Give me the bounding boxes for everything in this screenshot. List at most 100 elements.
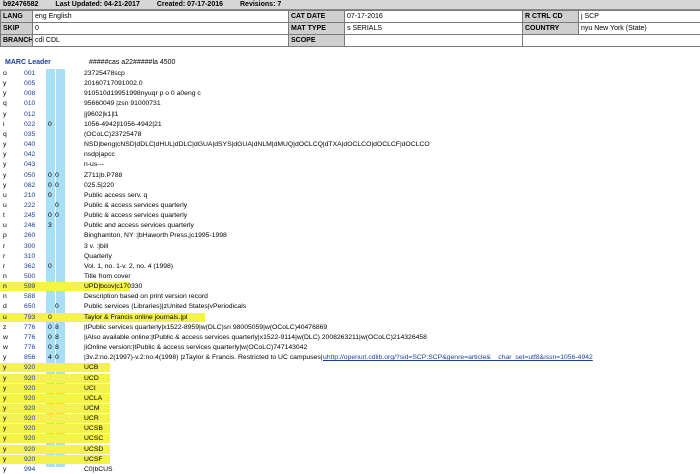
field-number: 310 bbox=[24, 252, 40, 261]
field-number: 222 bbox=[24, 201, 40, 210]
field-tag: z bbox=[3, 323, 15, 332]
r-ctrl-cd-value[interactable]: j SCP bbox=[579, 11, 700, 23]
marc-field-row[interactable]: u2463Public and access services quarterl… bbox=[0, 221, 700, 230]
field-content: |j9602|k1|l1 bbox=[84, 110, 118, 119]
field-number: 920 bbox=[24, 434, 40, 443]
field-content: n-us--- bbox=[84, 160, 104, 169]
marc-field-row[interactable]: y920UCSB bbox=[0, 424, 700, 433]
marc-field-row[interactable]: u2100Public access serv. q bbox=[0, 191, 700, 200]
skip-value[interactable]: 0 bbox=[33, 23, 289, 35]
marc-field-row[interactable]: y040NSD|beng|cNSD|dDLC|dHUL|dDLC|dGUA|dS… bbox=[0, 140, 700, 149]
marc-field-row[interactable]: y012|j9602|k1|l1 bbox=[0, 110, 700, 119]
marc-field-row[interactable]: r3003 v. :|bill bbox=[0, 242, 700, 251]
field-tag: y bbox=[3, 445, 15, 454]
marc-field-row[interactable]: t24500Public & access services quarterly bbox=[0, 211, 700, 220]
field-content: Vol. 1, no. 1-v. 2, no. 4 (1998) bbox=[84, 262, 173, 271]
marc-field-row[interactable]: y85640|3v.2:no.2(1997)-v.2:no.4(1998) |z… bbox=[0, 353, 700, 362]
field-content: 20160717091002.0 bbox=[84, 79, 143, 88]
marc-field-row[interactable]: y920UCR bbox=[0, 414, 700, 423]
branch-label: BRANCH bbox=[1, 35, 33, 47]
marc-field-row[interactable]: o00123725478scp bbox=[0, 69, 700, 78]
marc-field-row[interactable]: n500Title from cover bbox=[0, 272, 700, 281]
marc-field-row[interactable]: u2220Public & access services quarterly bbox=[0, 201, 700, 210]
field-tag: y bbox=[3, 79, 15, 88]
marc-field-row[interactable]: r3620Vol. 1, no. 1-v. 2, no. 4 (1998) bbox=[0, 262, 700, 271]
field-content: 3 v. :|bill bbox=[84, 242, 108, 251]
field-content: UCB bbox=[84, 363, 98, 372]
marc-field-row[interactable]: y920UCI bbox=[0, 384, 700, 393]
marc-field-row[interactable]: d6500Public services (Libraries)|zUnited… bbox=[0, 302, 700, 311]
field-content: UCI bbox=[84, 384, 96, 393]
country-value[interactable]: nyu New York (State) bbox=[579, 23, 700, 35]
field-content: |3v.2:no.2(1997)-v.2:no.4(1998) |zTaylor… bbox=[84, 353, 323, 362]
marc-field-row[interactable]: y920UCD bbox=[0, 374, 700, 383]
field-content: (OCoLC)23725478 bbox=[84, 130, 141, 139]
branch-value[interactable]: cdl CDL bbox=[33, 35, 289, 47]
cat-date-value[interactable]: 07-17-2016 bbox=[345, 11, 523, 23]
field-tag: y bbox=[3, 404, 15, 413]
field-number: 776 bbox=[24, 333, 40, 342]
field-number: 920 bbox=[24, 424, 40, 433]
marc-field-row[interactable]: y05000Z711|b.P788 bbox=[0, 171, 700, 180]
field-content: Public and access services quarterly bbox=[84, 221, 194, 230]
marc-leader-label: MARC Leader bbox=[5, 59, 65, 66]
marc-field-row[interactable]: w77608|iAlso available online:|tPublic &… bbox=[0, 333, 700, 342]
field-number: 776 bbox=[24, 323, 40, 332]
marc-field-row[interactable]: y920UCLA bbox=[0, 394, 700, 403]
mat-type-value[interactable]: s SERIALS bbox=[345, 23, 523, 35]
field-number: 042 bbox=[24, 150, 40, 159]
marc-field-row[interactable]: w77608|iOnline version:|tPublic & access… bbox=[0, 343, 700, 352]
field-content: C0|bCUS bbox=[84, 465, 113, 474]
marc-field-row[interactable]: i02201056-4942|l1056-4942|21 bbox=[0, 120, 700, 129]
marc-field-row[interactable]: y920UCSD bbox=[0, 445, 700, 454]
field-number: 856 bbox=[24, 353, 40, 362]
marc-field-row[interactable]: q01095660049 |zsn 91000731 bbox=[0, 99, 700, 108]
field-tag: n bbox=[3, 282, 15, 291]
field-tag: y bbox=[3, 363, 15, 372]
scope-label: SCOPE bbox=[289, 35, 345, 47]
field-content: Quarterly bbox=[84, 252, 112, 261]
marc-field-row[interactable]: y043n-us--- bbox=[0, 160, 700, 169]
field-content: UPD|bcov|c170330 bbox=[84, 282, 142, 291]
marc-field-row[interactable]: u7930Taylor & Francis online journals.|p… bbox=[0, 313, 700, 322]
marc-field-row[interactable]: n588Description based on print version r… bbox=[0, 292, 700, 301]
marc-field-row[interactable]: z77608|tPublic services quarterly|x1522-… bbox=[0, 323, 700, 332]
field-number: 245 bbox=[24, 211, 40, 220]
field-number: 008 bbox=[24, 89, 40, 98]
marc-field-row[interactable]: y042nsdp|apcc bbox=[0, 150, 700, 159]
marc-field-row[interactable]: q035(OCoLC)23725478 bbox=[0, 130, 700, 139]
indicator-2: 8 bbox=[55, 333, 63, 342]
field-tag: y bbox=[3, 171, 15, 180]
marc-leader-value[interactable]: #####cas a22#####la 4500 bbox=[89, 59, 175, 66]
revisions-count: Revisions: 7 bbox=[240, 1, 281, 8]
marc-field-row[interactable]: y920UCSF bbox=[0, 455, 700, 464]
marc-field-row[interactable]: r310Quarterly bbox=[0, 252, 700, 261]
lang-value[interactable]: eng English bbox=[33, 11, 289, 23]
indicator-2: 8 bbox=[55, 343, 63, 352]
field-number: 082 bbox=[24, 181, 40, 190]
last-updated: Last Updated: 04-21-2017 bbox=[55, 1, 139, 8]
field-number: 010 bbox=[24, 99, 40, 108]
marc-field-row[interactable]: y920UCM bbox=[0, 404, 700, 413]
field-tag: y bbox=[3, 89, 15, 98]
field-number: 650 bbox=[24, 302, 40, 311]
marc-field-row[interactable]: p260Binghamton, NY :|bHaworth Press,|c19… bbox=[0, 231, 700, 240]
marc-field-row[interactable]: y00520160717091002.0 bbox=[0, 79, 700, 88]
field-url-link[interactable]: uhttp://openurl.cdlib.org/?sid=SCP:SCP&g… bbox=[323, 353, 593, 362]
field-tag: y bbox=[3, 140, 15, 149]
marc-field-row[interactable]: y008910510d19951998nyuqr p o 0 a0eng c bbox=[0, 89, 700, 98]
scope-value[interactable] bbox=[345, 35, 523, 47]
marc-field-row[interactable]: y920UCSC bbox=[0, 434, 700, 443]
field-content: |iAlso available online:|tPublic & acces… bbox=[84, 333, 427, 342]
field-tag: y bbox=[3, 455, 15, 464]
field-tag: y bbox=[3, 414, 15, 423]
field-content: UCSF bbox=[84, 455, 103, 464]
field-tag: r bbox=[3, 262, 15, 271]
field-content: UCD bbox=[84, 374, 99, 383]
marc-field-row[interactable]: y920UCB bbox=[0, 363, 700, 372]
marc-field-row[interactable]: n599UPD|bcov|c170330 bbox=[0, 282, 700, 291]
field-tag: y bbox=[3, 353, 15, 362]
marc-field-row[interactable]: y08200025.5|220 bbox=[0, 181, 700, 190]
marc-field-row[interactable]: y994C0|bCUS bbox=[0, 465, 700, 474]
field-number: 050 bbox=[24, 171, 40, 180]
